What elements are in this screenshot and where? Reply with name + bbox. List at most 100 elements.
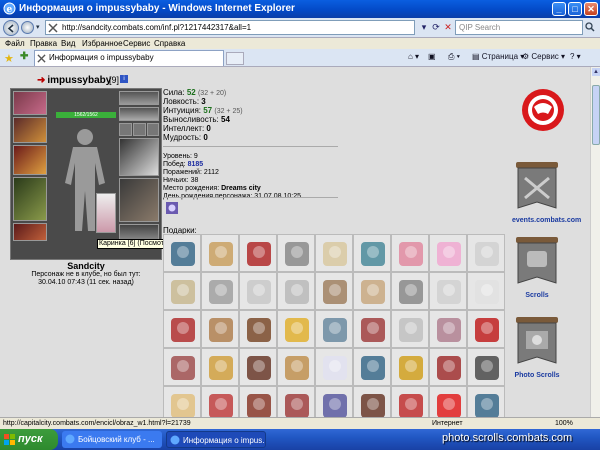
scrollbar-thumb[interactable] bbox=[592, 85, 600, 145]
gift-item[interactable] bbox=[163, 386, 201, 417]
gift-item[interactable] bbox=[239, 310, 277, 348]
gift-item[interactable] bbox=[201, 386, 239, 417]
minimize-button[interactable]: _ bbox=[552, 2, 566, 16]
close-button[interactable]: ✕ bbox=[584, 2, 598, 16]
back-button[interactable] bbox=[3, 20, 19, 36]
gift-item[interactable] bbox=[391, 272, 429, 310]
gift-item[interactable] bbox=[277, 234, 315, 272]
maximize-button[interactable]: □ bbox=[568, 2, 582, 16]
slot-ring-3[interactable] bbox=[147, 123, 159, 136]
character-name[interactable]: ➜ impussybaby bbox=[37, 75, 111, 86]
gift-item[interactable] bbox=[239, 272, 277, 310]
start-button[interactable]: пуск bbox=[0, 429, 58, 450]
slot-pet[interactable] bbox=[96, 193, 116, 233]
gift-item[interactable] bbox=[239, 348, 277, 386]
gift-item[interactable] bbox=[163, 348, 201, 386]
address-field[interactable]: http://sandcity.combats.com/inf.pl?12174… bbox=[45, 20, 415, 35]
menu-file[interactable]: Файл bbox=[5, 39, 25, 48]
home-icon[interactable]: ⌂ ▾ bbox=[408, 52, 419, 61]
photo-scrolls-banner[interactable]: Photo Scrolls bbox=[512, 317, 562, 379]
gift-item[interactable] bbox=[277, 310, 315, 348]
gift-item[interactable] bbox=[201, 272, 239, 310]
gift-item[interactable] bbox=[315, 310, 353, 348]
menu-edit[interactable]: Правка bbox=[30, 39, 57, 48]
forward-button[interactable] bbox=[21, 21, 34, 34]
gift-item[interactable] bbox=[163, 310, 201, 348]
tools-menu[interactable]: ⚙ Сервис ▾ bbox=[522, 52, 565, 61]
gift-item[interactable] bbox=[353, 386, 391, 417]
stop-icon[interactable]: ✕ bbox=[442, 21, 454, 34]
gift-item[interactable] bbox=[467, 348, 505, 386]
gift-item[interactable] bbox=[429, 234, 467, 272]
gift-item[interactable] bbox=[391, 386, 429, 417]
gift-item[interactable] bbox=[277, 386, 315, 417]
gift-item[interactable] bbox=[429, 348, 467, 386]
gift-item[interactable] bbox=[315, 386, 353, 417]
taskbar-item-combats[interactable]: Бойцовский клуб - ... bbox=[62, 431, 162, 448]
gift-item[interactable] bbox=[429, 272, 467, 310]
slot-ring-1[interactable] bbox=[119, 123, 132, 136]
gift-item[interactable] bbox=[239, 386, 277, 417]
search-icon[interactable] bbox=[585, 22, 595, 32]
dropdown-icon[interactable]: ▾ bbox=[418, 21, 430, 34]
slot-belt[interactable] bbox=[13, 223, 47, 241]
gift-item[interactable] bbox=[467, 234, 505, 272]
gift-item[interactable] bbox=[391, 348, 429, 386]
slot-armor[interactable] bbox=[13, 177, 47, 221]
gift-item[interactable] bbox=[353, 272, 391, 310]
slot-pants[interactable] bbox=[119, 178, 159, 222]
gift-item[interactable] bbox=[467, 310, 505, 348]
zoom-level[interactable]: 100% bbox=[555, 418, 573, 429]
search-input[interactable]: QIP Search bbox=[455, 20, 583, 35]
gift-item[interactable] bbox=[353, 348, 391, 386]
scroll-up-icon[interactable]: ▲ bbox=[592, 68, 600, 76]
combats-logo-icon[interactable] bbox=[520, 87, 566, 133]
gift-item[interactable] bbox=[429, 386, 467, 417]
slot-offhand[interactable] bbox=[119, 138, 159, 176]
vertical-scrollbar[interactable]: ▲ bbox=[590, 67, 600, 417]
slot-bracelet[interactable] bbox=[13, 117, 47, 143]
scrolls-banner[interactable]: Scrolls bbox=[512, 237, 562, 299]
favorites-star-icon[interactable]: ★ bbox=[4, 52, 14, 65]
print-icon[interactable]: ⎙ ▾ bbox=[448, 52, 460, 62]
clan-icon[interactable] bbox=[165, 201, 179, 215]
gift-item[interactable] bbox=[391, 310, 429, 348]
slot-earring[interactable] bbox=[119, 91, 159, 105]
gift-item[interactable] bbox=[353, 310, 391, 348]
menu-view[interactable]: Вид bbox=[61, 39, 75, 48]
gift-item[interactable] bbox=[163, 272, 201, 310]
slot-helmet[interactable] bbox=[13, 91, 47, 115]
chevron-down-icon[interactable]: ▾ bbox=[36, 23, 40, 31]
gift-item[interactable] bbox=[429, 310, 467, 348]
gift-item[interactable] bbox=[353, 234, 391, 272]
gift-item[interactable] bbox=[467, 272, 505, 310]
gift-item[interactable] bbox=[315, 348, 353, 386]
add-favorites-icon[interactable]: ✚ bbox=[20, 51, 28, 62]
gift-item[interactable] bbox=[239, 234, 277, 272]
menu-help[interactable]: Справка bbox=[154, 39, 185, 48]
tab-active[interactable]: Информация о impussybaby bbox=[34, 50, 224, 66]
info-flag-icon[interactable]: i bbox=[120, 75, 128, 83]
page-menu[interactable]: ▤ Страница ▾ bbox=[472, 52, 524, 61]
gift-item[interactable] bbox=[201, 310, 239, 348]
taskbar-item-info[interactable]: Информация о impus... bbox=[166, 431, 266, 448]
slot-weapon[interactable] bbox=[13, 145, 47, 175]
gift-item[interactable] bbox=[315, 234, 353, 272]
slot-ring-2[interactable] bbox=[133, 123, 146, 136]
gift-item[interactable] bbox=[201, 348, 239, 386]
gift-item[interactable] bbox=[391, 234, 429, 272]
events-banner[interactable]: events.combats.com bbox=[512, 162, 581, 224]
feeds-icon[interactable]: ▣ bbox=[428, 52, 436, 61]
menu-favorites[interactable]: Избранное bbox=[82, 39, 123, 48]
gift-item[interactable] bbox=[163, 234, 201, 272]
slot-amulet[interactable] bbox=[119, 107, 159, 121]
help-icon[interactable]: ? ▾ bbox=[570, 52, 581, 61]
menu-tools[interactable]: Сервис bbox=[123, 39, 150, 48]
gift-item[interactable] bbox=[315, 272, 353, 310]
gift-item[interactable] bbox=[277, 272, 315, 310]
gift-item[interactable] bbox=[467, 386, 505, 417]
new-tab-button[interactable] bbox=[226, 52, 244, 65]
gift-item[interactable] bbox=[201, 234, 239, 272]
gift-item[interactable] bbox=[277, 348, 315, 386]
refresh-icon[interactable]: ⟳ bbox=[430, 21, 442, 34]
